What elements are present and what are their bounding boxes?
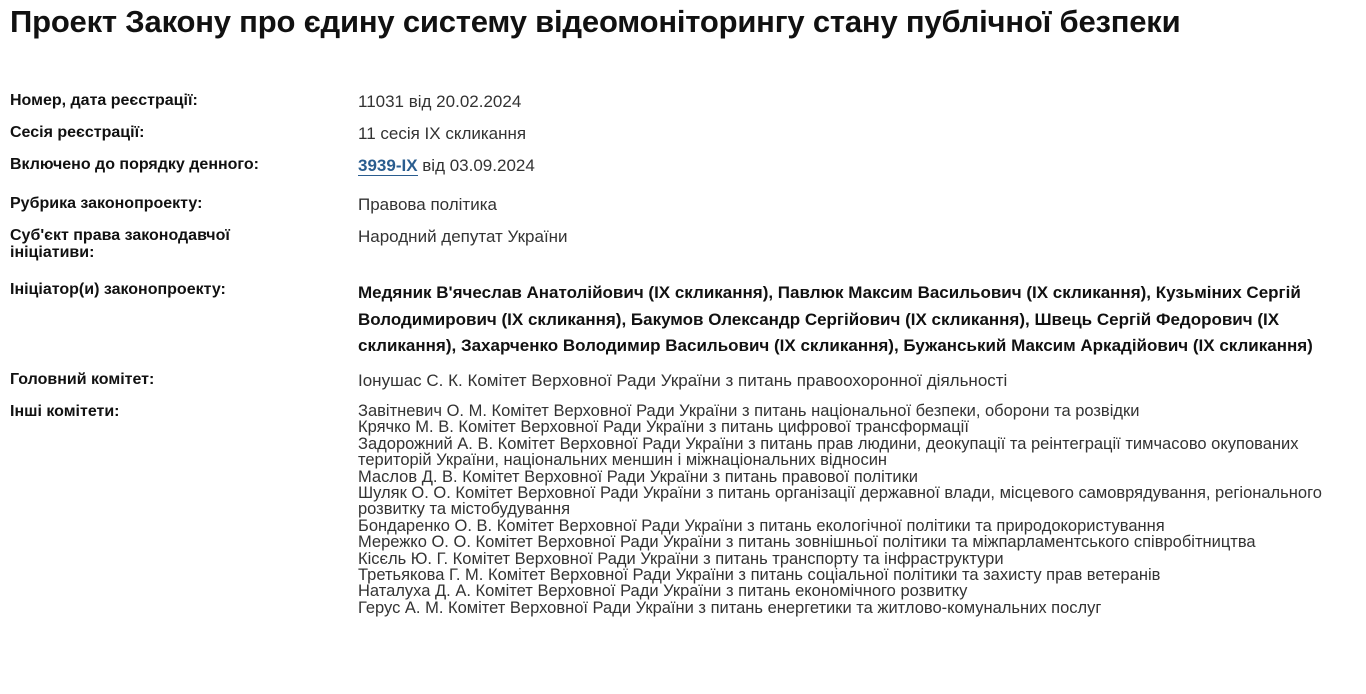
list-item: Маслов Д. В. Комітет Верховної Ради Укра…: [358, 467, 919, 486]
list-item: Герус А. М. Комітет Верховної Ради Украї…: [358, 598, 1102, 617]
registration-label: Номер, дата реєстрації:: [10, 92, 198, 109]
other-committees-label: Інші комітети:: [10, 403, 120, 420]
subject-label: Суб'єкт права законодавчої ініціативи:: [10, 227, 230, 261]
session-label: Сесія реєстрації:: [10, 124, 145, 141]
initiators-label: Ініціатор(и) законопроекту:: [10, 281, 226, 298]
initiators-value: Медяник В'ячеслав Анатолійович (IX склик…: [358, 283, 1313, 355]
subject-value: Народний депутат України: [358, 227, 568, 246]
list-item: Мережко О. О. Комітет Верховної Ради Укр…: [358, 533, 1256, 552]
list-item: Третьякова Г. М. Комітет Верховної Ради …: [358, 566, 1161, 585]
agenda-resolution-link[interactable]: 3939-IX: [358, 156, 418, 176]
list-item: Завітневич О. М. Комітет Верховної Ради …: [358, 402, 1140, 420]
main-committee-value: Іонушас С. К. Комітет Верховної Ради Укр…: [358, 371, 1008, 390]
agenda-label: Включено до порядку денного:: [10, 156, 259, 173]
list-item: Кісєль Ю. Г. Комітет Верховної Ради Укра…: [358, 549, 1004, 568]
list-item: Задорожний А. В. Комітет Верховної Ради …: [358, 434, 1299, 470]
list-item: Шуляк О. О. Комітет Верховної Ради Украї…: [358, 484, 1322, 519]
list-item: Наталуха Д. А. Комітет Верховної Ради Ук…: [358, 582, 968, 601]
list-item: Крячко М. В. Комітет Верховної Ради Укра…: [358, 418, 969, 437]
registration-value: 11031 від 20.02.2024: [358, 92, 522, 111]
main-committee-label: Головний комітет:: [10, 371, 155, 388]
rubric-value: Правова політика: [358, 195, 497, 214]
agenda-value: 3939-IX від 03.09.2024: [358, 156, 1348, 176]
other-committees-list: Завітневич О. М. Комітет Верховної Ради …: [358, 402, 1348, 617]
rubric-label: Рубрика законопроекту:: [10, 195, 203, 212]
list-item: Бондаренко О. В. Комітет Верховної Ради …: [358, 516, 1165, 535]
page-title: Проект Закону про єдину систему відеомон…: [10, 4, 1181, 39]
session-value: 11 сесія IX скликання: [358, 124, 527, 143]
agenda-date: від 03.09.2024: [417, 156, 535, 175]
